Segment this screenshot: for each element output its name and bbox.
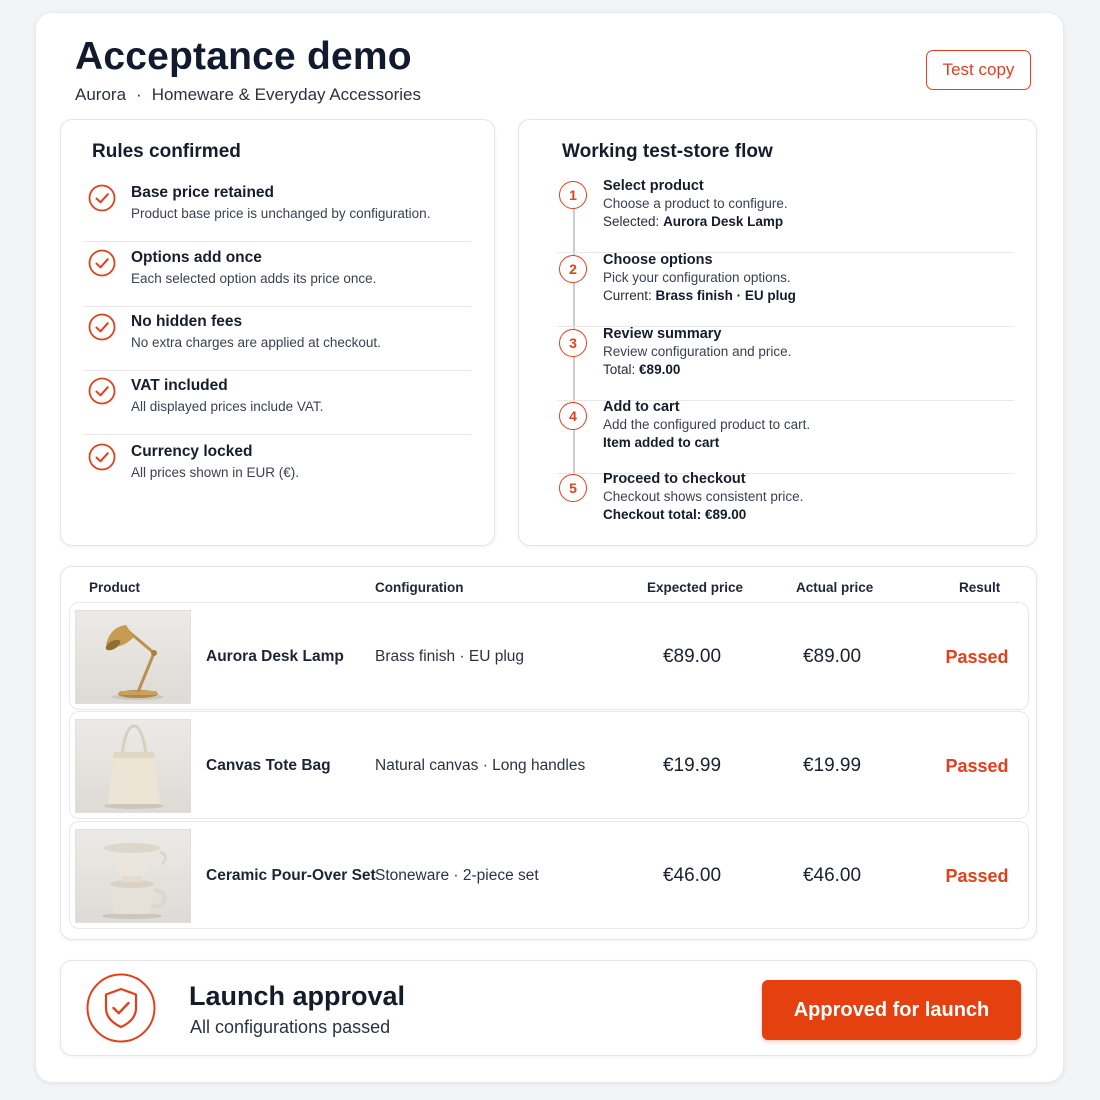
shield-check-icon bbox=[86, 973, 156, 1043]
step-description: Pick your configuration options. bbox=[603, 270, 791, 285]
step-detail-label: Current: bbox=[603, 288, 652, 303]
step-detail: Item added to cart bbox=[603, 435, 719, 450]
step-detail: Checkout total: €89.00 bbox=[603, 507, 746, 522]
check-circle-icon bbox=[88, 443, 116, 471]
step-number: 5 bbox=[559, 474, 587, 502]
flow-step: 3 Review summary Review configuration an… bbox=[557, 326, 1014, 401]
product-name: Ceramic Pour-Over Set bbox=[206, 867, 376, 884]
step-detail-label: Total: bbox=[603, 362, 636, 377]
step-detail: Current: Brass finish · EU plug bbox=[603, 288, 796, 303]
rule-title: Currency locked bbox=[131, 443, 253, 460]
page-title: Acceptance demo bbox=[75, 35, 412, 78]
rule-title: Options add once bbox=[131, 249, 262, 266]
rule-description: All displayed prices include VAT. bbox=[131, 399, 324, 414]
rule-title: No hidden fees bbox=[131, 313, 243, 330]
result-status: Passed bbox=[945, 755, 1009, 776]
step-detail-label: Selected: bbox=[603, 214, 660, 229]
step-description: Choose a product to configure. bbox=[603, 196, 788, 211]
step-detail-value: €89.00 bbox=[639, 362, 681, 377]
check-circle-icon bbox=[88, 184, 116, 212]
product-image-pour-over-set bbox=[75, 829, 191, 923]
step-number: 1 bbox=[559, 181, 587, 209]
rule-description: Each selected option adds its price once… bbox=[131, 271, 377, 286]
step-description: Add the configured product to cart. bbox=[603, 417, 811, 432]
rule-description: No extra charges are applied at checkout… bbox=[131, 335, 381, 350]
rule-title: Base price retained bbox=[131, 184, 275, 201]
product-image-desk-lamp bbox=[75, 610, 191, 704]
actual-price: €19.99 bbox=[802, 755, 862, 776]
step-number: 3 bbox=[559, 329, 587, 357]
step-title: Choose options bbox=[603, 252, 713, 268]
check-circle-icon bbox=[88, 249, 116, 277]
step-detail-value: Aurora Desk Lamp bbox=[663, 214, 784, 229]
step-detail-value: Checkout total: €89.00 bbox=[603, 507, 747, 522]
column-header-actual-price: Actual price bbox=[796, 580, 874, 595]
results-table: Product Configuration Expected price Act… bbox=[60, 566, 1037, 940]
rule-item: Base price retained Product base price i… bbox=[83, 178, 471, 242]
column-header-expected-price: Expected price bbox=[647, 580, 744, 595]
actual-price: €46.00 bbox=[802, 865, 862, 886]
step-detail: Total: €89.00 bbox=[603, 362, 680, 377]
expected-price: €19.99 bbox=[662, 755, 722, 776]
page-subtitle: Aurora · Homeware & Everyday Accessories bbox=[75, 85, 421, 105]
flow-step: 1 Select product Choose a product to con… bbox=[557, 178, 1014, 253]
test-copy-button[interactable]: Test copy bbox=[926, 50, 1031, 90]
step-title: Select product bbox=[603, 178, 704, 194]
step-description: Checkout shows consistent price. bbox=[603, 489, 804, 504]
table-row[interactable]: Aurora Desk Lamp Brass finish · EU plug … bbox=[69, 602, 1029, 710]
column-header-product: Product bbox=[89, 580, 141, 595]
step-detail-value: Item added to cart bbox=[603, 435, 720, 450]
flow-step: 5 Proceed to checkout Checkout shows con… bbox=[557, 471, 1014, 546]
rule-item: No hidden fees No extra charges are appl… bbox=[83, 307, 471, 371]
flow-step: 2 Choose options Pick your configuration… bbox=[557, 252, 1014, 327]
launch-approval-title: Launch approval bbox=[189, 981, 406, 1011]
rule-description: All prices shown in EUR (€). bbox=[131, 465, 300, 480]
rule-item: Currency locked All prices shown in EUR … bbox=[83, 437, 471, 501]
actual-price: €89.00 bbox=[802, 646, 862, 667]
column-header-configuration: Configuration bbox=[375, 580, 464, 595]
subtitle-separator: · bbox=[136, 85, 142, 104]
column-header-result: Result bbox=[959, 580, 1001, 595]
rules-confirmed-card: Rules confirmed Base price retained Prod… bbox=[60, 119, 495, 546]
product-image-tote-bag bbox=[75, 719, 191, 813]
store-category: Homeware & Everyday Accessories bbox=[151, 85, 421, 104]
step-number: 2 bbox=[559, 255, 587, 283]
product-configuration: Natural canvas · Long handles bbox=[375, 757, 586, 774]
rule-item: VAT included All displayed prices includ… bbox=[83, 371, 471, 435]
store-name: Aurora bbox=[75, 85, 127, 104]
step-description: Review configuration and price. bbox=[603, 344, 792, 359]
step-detail-value: Brass finish · EU plug bbox=[655, 288, 796, 303]
result-status: Passed bbox=[945, 865, 1009, 886]
product-configuration: Stoneware · 2-piece set bbox=[375, 867, 539, 884]
result-status: Passed bbox=[945, 646, 1009, 667]
rule-description: Product base price is unchanged by confi… bbox=[131, 206, 431, 221]
rules-card-title: Rules confirmed bbox=[92, 141, 241, 162]
test-store-flow-card: Working test-store flow 1 Select product… bbox=[518, 119, 1037, 546]
expected-price: €46.00 bbox=[662, 865, 722, 886]
step-title: Add to cart bbox=[603, 399, 680, 415]
flow-card-title: Working test-store flow bbox=[562, 141, 773, 162]
rule-title: VAT included bbox=[131, 377, 228, 394]
step-title: Review summary bbox=[603, 326, 722, 342]
check-circle-icon bbox=[88, 377, 116, 405]
check-circle-icon bbox=[88, 313, 116, 341]
acceptance-demo-page: Acceptance demo Aurora · Homeware & Everyd… bbox=[36, 13, 1063, 1082]
product-name: Canvas Tote Bag bbox=[206, 757, 331, 774]
rule-item: Options add once Each selected option ad… bbox=[83, 243, 471, 307]
launch-approval-subtitle: All configurations passed bbox=[190, 1017, 391, 1037]
step-title: Proceed to checkout bbox=[603, 471, 746, 487]
table-row[interactable]: Ceramic Pour-Over Set Stoneware · 2-piec… bbox=[69, 821, 1029, 929]
step-number: 4 bbox=[559, 402, 587, 430]
table-row[interactable]: Canvas Tote Bag Natural canvas · Long ha… bbox=[69, 711, 1029, 819]
flow-step: 4 Add to cart Add the configured product… bbox=[557, 399, 1014, 474]
product-configuration: Brass finish · EU plug bbox=[375, 648, 525, 665]
launch-approval-card: Launch approval All configurations passe… bbox=[60, 960, 1037, 1056]
step-detail: Selected: Aurora Desk Lamp bbox=[603, 214, 783, 229]
expected-price: €89.00 bbox=[662, 646, 722, 667]
approved-for-launch-button[interactable]: Approved for launch bbox=[762, 980, 1021, 1040]
product-name: Aurora Desk Lamp bbox=[206, 648, 344, 665]
